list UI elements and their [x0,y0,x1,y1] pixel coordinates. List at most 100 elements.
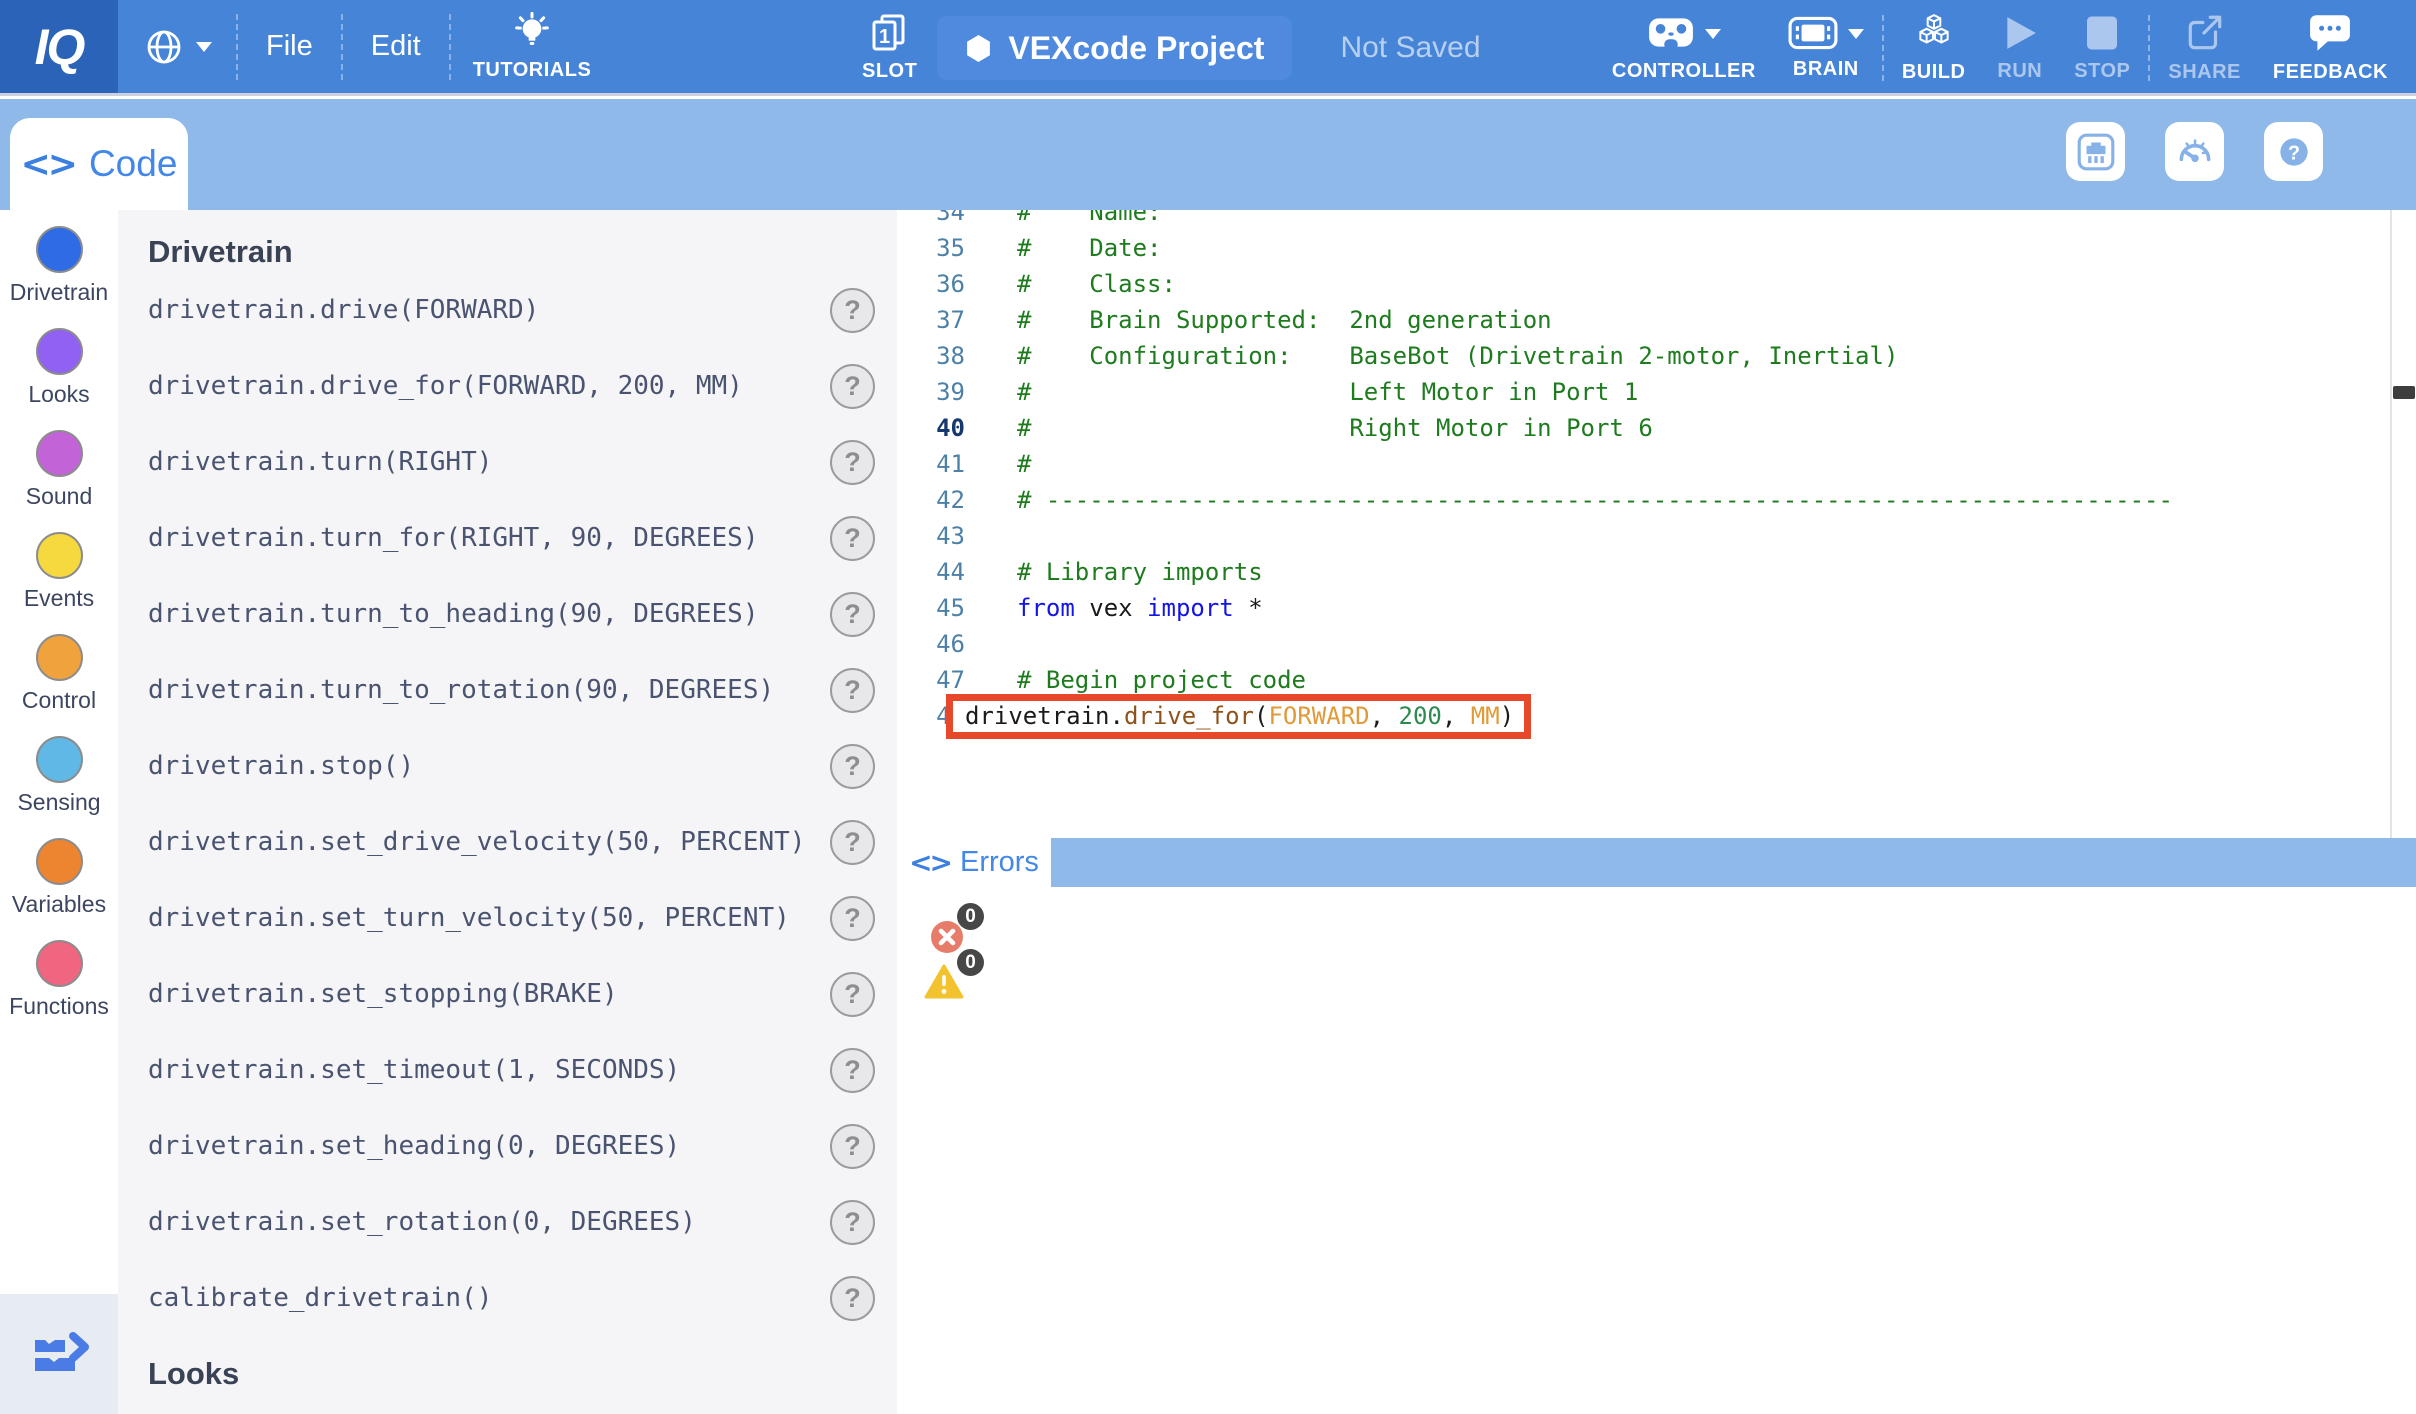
command-text[interactable]: drivetrain.set_drive_velocity(50, PERCEN… [148,827,805,857]
command-help-button[interactable]: ? [830,668,875,713]
share-button[interactable]: SHARE [2152,2,2257,95]
code-token: MM [1471,702,1500,730]
command-text[interactable]: drivetrain.set_turn_velocity(50, PERCENT… [148,903,790,933]
code-text: from vex import * [1017,594,1263,622]
errors-angle-icon: <> [909,846,950,879]
code-text: # Right Motor in Port 6 [1017,414,1653,442]
blocks-code-toggle-button[interactable] [0,1294,118,1414]
code-token: # Class: [1017,270,1176,298]
command-text[interactable]: drivetrain.stop() [148,751,414,781]
code-text: # Left Motor in Port 1 [1017,378,1638,406]
code-token: ) [1500,702,1514,730]
sidebar-category-drivetrain[interactable]: Drivetrain [0,226,118,306]
tab-errors[interactable]: <> Errors [897,838,1051,887]
sidebar-category-sensing[interactable]: Sensing [0,736,118,816]
command-text[interactable]: drivetrain.drive(FORWARD) [148,295,539,325]
command-help-button[interactable]: ? [830,1124,875,1169]
code-token: # Right Motor in Port 6 [1017,414,1653,442]
file-menu[interactable]: File [240,0,339,93]
command-help-button[interactable]: ? [830,364,875,409]
sidebar-category-control[interactable]: Control [0,634,118,714]
command-row: drivetrain.turn(RIGHT)? [148,424,875,500]
help-button[interactable]: ? [2264,122,2323,181]
command-help-button[interactable]: ? [830,744,875,789]
code-text: # Name: [1017,210,1162,226]
sidebar-category-events[interactable]: Events [0,532,118,612]
command-text[interactable]: drivetrain.turn_for(RIGHT, 90, DEGREES) [148,523,758,553]
feedback-button[interactable]: FEEDBACK [2257,2,2404,95]
command-text[interactable]: drivetrain.set_heading(0, DEGREES) [148,1131,680,1161]
palette-next-section-title: Looks [148,1354,875,1394]
command-row: drivetrain.turn_to_heading(90, DEGREES)? [148,576,875,652]
slot-button[interactable]: 1 SLOT [862,14,917,83]
tab-code[interactable]: <> Code [10,118,188,210]
sidebar-category-functions[interactable]: Functions [0,940,118,1020]
command-help-button[interactable]: ? [830,288,875,333]
line-number: 38 [897,342,965,370]
command-help-button[interactable]: ? [830,1200,875,1245]
command-help-button[interactable]: ? [830,440,875,485]
errors-panel-header: <> Errors [897,838,2416,887]
command-text[interactable]: drivetrain.set_stopping(BRAKE) [148,979,618,1009]
sensing-category-icon [36,736,83,783]
code-line: 45 from vex import * [897,590,2416,626]
controller-button[interactable]: CONTROLLER [1596,2,1772,95]
workspace-toolbar: <> Code [0,99,2416,210]
line-number: 43 [897,522,965,550]
line-number: 37 [897,306,965,334]
code-line: 41# [897,446,2416,482]
code-token: , [1370,702,1399,730]
command-text[interactable]: drivetrain.turn(RIGHT) [148,447,492,477]
scrollbar-thumb[interactable] [2393,386,2415,399]
command-text[interactable]: drivetrain.turn_to_rotation(90, DEGREES) [148,675,774,705]
stop-square-icon [2084,13,2120,53]
stop-button[interactable]: STOP [2058,2,2146,95]
code-token: # [1017,450,1031,478]
scrollbar-track [2390,210,2392,838]
toolbar-divider [449,14,451,80]
command-row: calibrate_drivetrain()? [148,1260,875,1336]
line-number: 45 [897,594,965,622]
line-number: 39 [897,378,965,406]
command-help-button[interactable]: ? [830,1048,875,1093]
category-label: Control [22,687,96,714]
sidebar-category-variables[interactable]: Variables [0,838,118,918]
dashboard-button[interactable] [2165,122,2224,181]
category-rail: Drivetrain Looks Sound Events Control Sensing… [0,210,118,1020]
code-text: # Configuration: BaseBot (Drivetrain 2-m… [1017,342,1898,370]
code-line: 42# ------------------------------------… [897,482,2416,518]
control-category-icon [36,634,83,681]
language-menu[interactable] [118,0,234,93]
edit-menu[interactable]: Edit [345,0,447,93]
command-help-button[interactable]: ? [830,972,875,1017]
command-text[interactable]: drivetrain.set_rotation(0, DEGREES) [148,1207,696,1237]
code-editor[interactable]: 34# Name:35# Date:36# Class:37# Brain Su… [897,210,2416,1414]
chevron-down-icon[interactable] [1848,29,1864,47]
command-help-button[interactable]: ? [830,592,875,637]
run-button[interactable]: RUN [1981,2,2058,95]
build-button[interactable]: BUILD [1886,2,1982,95]
device-info-button[interactable] [2066,122,2125,181]
line-number: 40 [897,414,965,442]
line-number: 36 [897,270,965,298]
project-name-button[interactable]: VEXcode Project [937,16,1292,80]
chevron-down-icon[interactable] [1705,29,1721,47]
chevron-down-icon [196,42,212,60]
code-token: # Library imports [1017,558,1263,586]
command-row: drivetrain.drive(FORWARD)? [148,272,875,348]
command-row: drivetrain.turn_for(RIGHT, 90, DEGREES)? [148,500,875,576]
command-help-button[interactable]: ? [830,896,875,941]
command-text[interactable]: drivetrain.drive_for(FORWARD, 200, MM) [148,371,743,401]
command-text[interactable]: calibrate_drivetrain() [148,1283,492,1313]
code-line: 40 # Right Motor in Port 6 [897,410,2416,446]
brain-button[interactable]: BRAIN [1772,2,1880,95]
command-help-button[interactable]: ? [830,1276,875,1321]
tutorials-button[interactable]: TUTORIALS [453,0,612,93]
command-text[interactable]: drivetrain.turn_to_heading(90, DEGREES) [148,599,758,629]
sidebar-category-looks[interactable]: Looks [0,328,118,408]
sidebar-category-sound[interactable]: Sound [0,430,118,510]
looks-category-icon [36,328,83,375]
command-text[interactable]: drivetrain.set_timeout(1, SECONDS) [148,1055,680,1085]
command-help-button[interactable]: ? [830,820,875,865]
command-help-button[interactable]: ? [830,516,875,561]
